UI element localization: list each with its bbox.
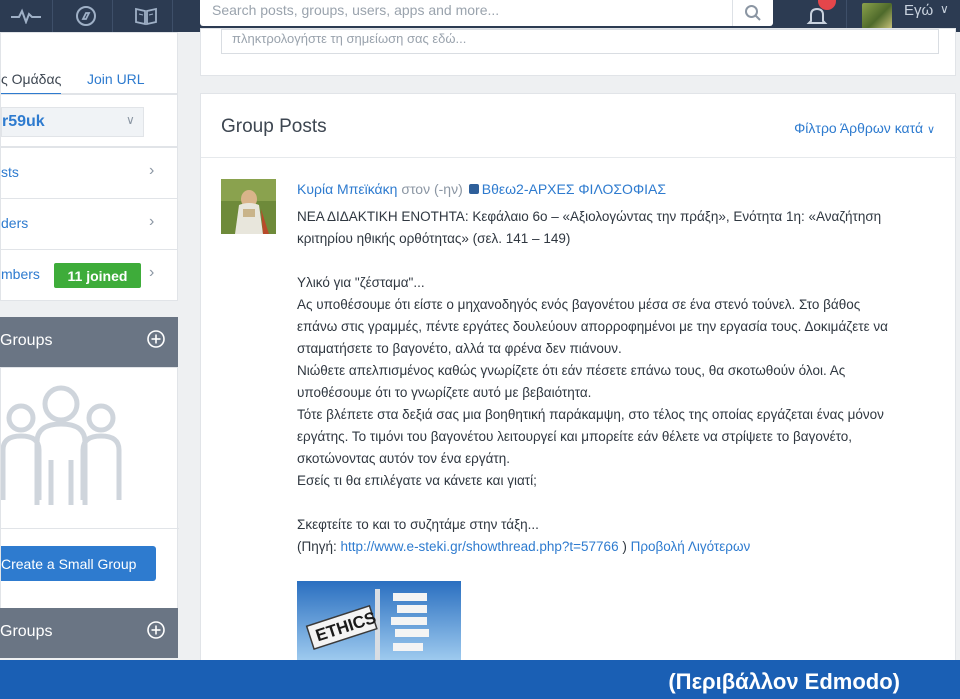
add-circle-icon[interactable]	[146, 329, 166, 349]
search-input[interactable]: Search posts, groups, users, apps and mo…	[200, 0, 773, 26]
post-text-line: Τότε βλέπετε στα δεξιά σας μια βοηθητική…	[297, 407, 884, 422]
chevron-right-icon: ›	[149, 213, 155, 230]
chevron-down-icon[interactable]: ∨	[940, 2, 949, 16]
post-source-line: (Πηγή: http://www.e-steki.gr/showthread.…	[297, 539, 750, 554]
post-filter-label: Φίλτρο Άρθρων κατά	[794, 120, 924, 136]
tab-group-code[interactable]: ς Ομάδας	[1, 71, 62, 95]
group-code-tabs: ς Ομάδας Join URL	[0, 32, 178, 95]
edmodo-window: Search posts, groups, users, apps and mo…	[0, 0, 960, 660]
caption-bar: (Περιβάλλον Edmodo)	[0, 660, 960, 699]
post-text-line: σκοτώνοντας αυτόν τον ένα εργάτη.	[297, 451, 510, 466]
add-circle-icon[interactable]	[146, 620, 166, 640]
activity-icon[interactable]	[0, 0, 53, 32]
post-image-ethics[interactable]: ETHICS	[297, 581, 461, 660]
group-posts-panel: Group Posts Φίλτρο Άρθρων κατά ∨ Κυρία Μ…	[200, 93, 957, 660]
post-header: Κυρία Μπεϊκάκη στον (-ην) Βθεω2-ΑΡΧΕΣ ΦΙΛ…	[297, 181, 666, 197]
library-icon[interactable]	[120, 0, 173, 32]
sidebar-item-posts[interactable]: sts ›	[0, 147, 178, 199]
post-author[interactable]: Κυρία Μπεϊκάκη	[297, 181, 397, 197]
post-to-text: στον (-ην)	[401, 181, 463, 197]
chevron-right-icon: ›	[149, 264, 155, 281]
post-filter-dropdown[interactable]: Φίλτρο Άρθρων κατά ∨	[794, 120, 935, 136]
search-button[interactable]	[732, 0, 773, 26]
post-text-line: επάνω στις γραμμές, πέντε εργάτες δουλεύ…	[297, 319, 888, 334]
group-posts-header: Group Posts Φίλτρο Άρθρων κατά ∨	[201, 94, 957, 158]
sidebar-item-label: mbers	[1, 266, 40, 282]
post-text-line: κριτηρίου ηθικής ορθότητας» (σελ. 141 – …	[297, 231, 571, 246]
group-code-row: r59uk ∨	[0, 94, 178, 147]
group-code: r59uk	[2, 113, 45, 130]
post-text-line: υποθέσουμε ότι το γνωρίζετε αυτό με βεβα…	[297, 385, 592, 400]
groups-header: Groups	[0, 608, 178, 658]
tab-join-url[interactable]: Join URL	[87, 71, 145, 87]
post-text-line: εργάτης. Το τιμόνι του βαγονέτου λειτουρ…	[297, 429, 853, 444]
sidebar-item-members[interactable]: mbers 11 joined ›	[0, 249, 178, 301]
create-small-group-label: Create a Small Group	[1, 555, 137, 572]
create-small-group-button[interactable]: Create a Small Group	[1, 546, 156, 581]
group-code-dropdown[interactable]: r59uk ∨	[1, 107, 144, 137]
people-group-icon	[1, 385, 122, 505]
show-less-link[interactable]: Προβολή Λιγότερων	[631, 539, 751, 554]
small-groups-panel: Create a Small Group	[0, 367, 179, 609]
chevron-down-icon: ∨	[126, 113, 135, 127]
search-icon	[745, 5, 761, 21]
post-text-line: Σκεφτείτε το και το συζητάμε στην τάξη..…	[297, 517, 539, 532]
page-title: Group Posts	[221, 116, 327, 137]
author-avatar[interactable]	[221, 179, 276, 234]
post-text-line: Ας υποθέσουμε ότι είστε ο μηχανοδηγός εν…	[297, 297, 861, 312]
divider	[1, 528, 179, 529]
post-text-line: ΝΕΑ ΔΙΔΑΚΤΙΚΗ ΕΝΟΤΗΤΑ: Κεφάλαιο 6ο – «Αξ…	[297, 209, 882, 224]
chevron-down-icon: ∨	[926, 124, 935, 136]
joined-badge: 11 joined	[54, 263, 141, 288]
source-close: )	[622, 539, 627, 554]
me-menu-label[interactable]: Εγώ	[904, 2, 933, 19]
chevron-right-icon: ›	[149, 162, 155, 179]
search-placeholder: Search posts, groups, users, apps and mo…	[212, 2, 500, 18]
sidebar-item-label: sts	[1, 164, 19, 180]
source-link[interactable]: http://www.e-steki.gr/showthread.php?t=5…	[341, 539, 619, 554]
user-avatar[interactable]	[862, 3, 892, 29]
note-placeholder: πληκτρολογήστε τη σημείωση σας εδώ...	[232, 31, 467, 46]
note-input[interactable]: πληκτρολογήστε τη σημείωση σας εδώ...	[221, 29, 939, 54]
post-text-line: σταματήσετε το βαγονέτο, αλλά τα φρένα δ…	[297, 341, 622, 356]
post-group-link[interactable]: Βθεω2-ΑΡΧΕΣ ΦΙΛΟΣΟΦΙΑΣ	[482, 181, 666, 197]
post-text-line: Υλικό για "ζέσταμα"...	[297, 275, 425, 290]
source-prefix: (Πηγή:	[297, 539, 337, 554]
sidebar-item-label: ders	[1, 215, 29, 231]
caption-text: (Περιβάλλον Edmodo)	[668, 669, 900, 694]
group-icon	[468, 184, 479, 194]
discover-icon[interactable]	[60, 0, 113, 32]
note-composer: πληκτρολογήστε τη σημείωση σας εδώ...	[200, 28, 956, 76]
groups-title: Groups	[0, 623, 53, 640]
small-groups-header: Groups	[0, 317, 178, 367]
post-text-line: Εσείς τι θα επιλέγατε να κάνετε και γιατ…	[297, 473, 537, 488]
small-groups-title: Groups	[0, 332, 53, 349]
sidebar-item-folders[interactable]: ders ›	[0, 198, 178, 250]
post-text-line: Νιώθετε απελπισμένος καθώς γνωρίζετε ότι…	[297, 363, 846, 378]
